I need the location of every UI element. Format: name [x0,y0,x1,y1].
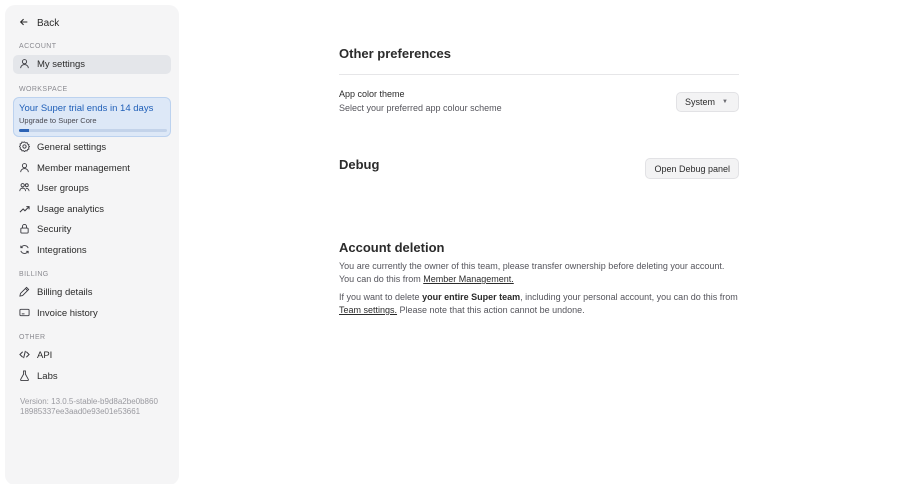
sidebar-item-label: API [37,350,53,361]
sidebar-item-labs[interactable]: Labs [13,367,171,386]
trial-progress-fill [19,129,30,132]
sidebar-item-label: User groups [37,183,89,194]
user-icon [19,58,30,72]
sidebar-item-label: Billing details [37,287,93,298]
flask-icon [19,369,30,384]
trend-icon [19,203,30,217]
back-label: Back [37,18,60,29]
lock-icon [19,223,30,237]
theme-description: Select your preferred app colour scheme [339,103,502,113]
section-label-account: ACCOUNT [19,43,57,50]
paragraph-text: If you want to delete [339,292,423,302]
paragraph-bold-text: your entire Super team [422,292,521,302]
gear-icon [18,140,31,155]
section-label-workspace: WORKSPACE [19,86,68,93]
member-management-link[interactable]: Member Management. [423,274,514,284]
sidebar-item-general-settings[interactable]: General settings [13,138,171,157]
user-icon [19,162,30,176]
trial-title: Your Super trial ends in 14 days [19,103,154,114]
sidebar-item-user-groups[interactable]: User groups [13,179,171,198]
debug-title: Debug [339,157,380,172]
sidebar-item-security[interactable]: Security [13,220,171,239]
sidebar-item-label: Labs [37,371,58,382]
sidebar-item-label: My settings [37,59,86,70]
trial-upgrade-link[interactable]: Upgrade to Super Core [19,116,97,125]
sidebar: Back ACCOUNT My settings WORKSPACE Your … [5,5,179,484]
trial-banner[interactable]: Your Super trial ends in 14 days Upgrade… [13,97,171,137]
pen-icon [19,286,30,300]
team-settings-link[interactable]: Team settings. [339,305,397,315]
paragraph-text: Please note that this action cannot be u… [397,305,585,315]
users-icon [19,182,30,196]
sidebar-item-label: Security [37,224,72,235]
sidebar-item-my-settings[interactable]: My settings [13,55,171,74]
code-icon [19,349,30,363]
sidebar-item-label: Member management [37,163,130,174]
theme-select[interactable]: System ▼ [676,92,739,112]
section-label-other: OTHER [19,334,46,341]
theme-label: App color theme [339,89,405,99]
sidebar-item-usage-analytics[interactable]: Usage analytics [13,200,171,219]
refresh-icon [19,244,30,258]
other-preferences-title: Other preferences [339,46,451,61]
sidebar-item-integrations[interactable]: Integrations [13,241,171,260]
sidebar-item-label: Integrations [37,245,87,256]
account-deletion-paragraph-1: You are currently the owner of this team… [339,260,739,286]
trial-progress-bar [19,129,167,132]
sidebar-item-api[interactable]: API [13,346,171,365]
divider [339,74,739,75]
card-icon [19,307,30,321]
back-button[interactable]: Back [19,17,59,30]
sidebar-item-billing-details[interactable]: Billing details [13,283,171,302]
sidebar-item-member-management[interactable]: Member management [13,159,171,178]
sidebar-item-label: Usage analytics [37,204,105,215]
main-content: Other preferences App color theme Select… [339,0,739,484]
caret-down-icon: ▼ [722,99,728,105]
paragraph-text: , including your personal account, you c… [520,292,738,302]
account-deletion-paragraph-2: If you want to delete your entire Super … [339,291,739,317]
theme-select-value: System [685,97,716,107]
sidebar-item-label: Invoice history [37,308,98,319]
account-deletion-title: Account deletion [339,240,445,255]
sidebar-item-label: General settings [37,142,107,153]
sidebar-item-invoice-history[interactable]: Invoice history [13,304,171,323]
arrow-left-icon [19,17,29,30]
section-label-billing: BILLING [19,271,49,278]
paragraph-text: You are currently the owner of this team… [339,261,725,284]
version-text: Version: 13.0.5-stable-b9d8a2be0b860 189… [20,397,158,416]
open-debug-panel-button[interactable]: Open Debug panel [645,158,739,179]
